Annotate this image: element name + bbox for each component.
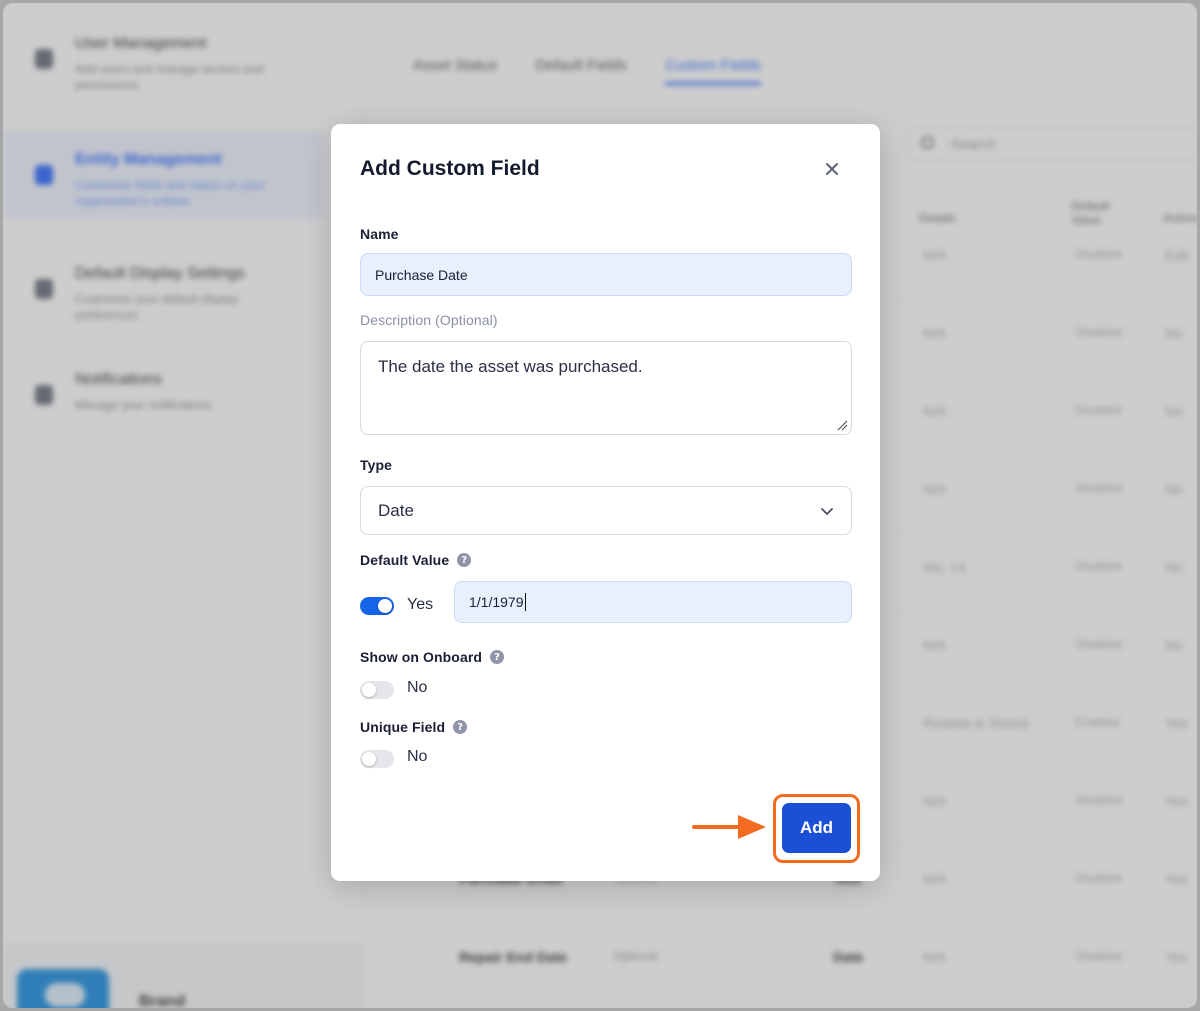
text-cursor [524, 593, 526, 611]
show-onboard-label-row: Show on Onboard ? [360, 649, 505, 665]
show-onboard-label: Show on Onboard [360, 649, 483, 665]
chevron-down-icon [821, 507, 833, 515]
default-value-input[interactable]: 1/1/1979 [454, 581, 852, 623]
default-value-text: 1/1/1979 [469, 594, 524, 610]
modal-title: Add Custom Field [360, 157, 540, 180]
toggle-knob [362, 683, 376, 697]
unique-field-label-row: Unique Field ? [360, 719, 468, 735]
arrow-right-icon [692, 815, 766, 839]
default-value-label-row: Default Value ? [360, 552, 472, 568]
name-field[interactable]: Purchase Date [360, 253, 852, 296]
description-field[interactable]: The date the asset was purchased. [360, 341, 852, 435]
description-label: Description (Optional) [360, 312, 498, 328]
add-custom-field-modal: Add Custom Field Name Purchase Date Desc… [331, 124, 880, 881]
help-icon[interactable]: ? [490, 650, 505, 664]
unique-field-label: Unique Field [360, 719, 446, 735]
name-label: Name [360, 226, 399, 242]
toggle-knob [362, 752, 376, 766]
toggle-knob [378, 599, 392, 613]
unique-field-toggle-label: No [407, 748, 428, 765]
default-value-label: Default Value [360, 552, 450, 568]
type-label: Type [360, 457, 393, 473]
default-value-toggle-label: Yes [407, 596, 434, 613]
close-button[interactable] [820, 157, 844, 181]
add-button[interactable]: Add [782, 803, 851, 853]
help-icon[interactable]: ? [453, 720, 468, 734]
description-value: The date the asset was purchased. [378, 357, 643, 376]
show-onboard-toggle-label: No [407, 679, 428, 696]
default-value-toggle[interactable] [360, 597, 394, 615]
type-select[interactable]: Date [360, 486, 852, 535]
name-value: Purchase Date [375, 266, 468, 283]
show-onboard-toggle[interactable] [360, 681, 394, 699]
type-value: Date [378, 500, 414, 520]
unique-field-toggle[interactable] [360, 750, 394, 768]
close-icon [826, 163, 838, 175]
help-icon[interactable]: ? [457, 553, 472, 567]
resize-handle-icon[interactable] [836, 419, 848, 431]
